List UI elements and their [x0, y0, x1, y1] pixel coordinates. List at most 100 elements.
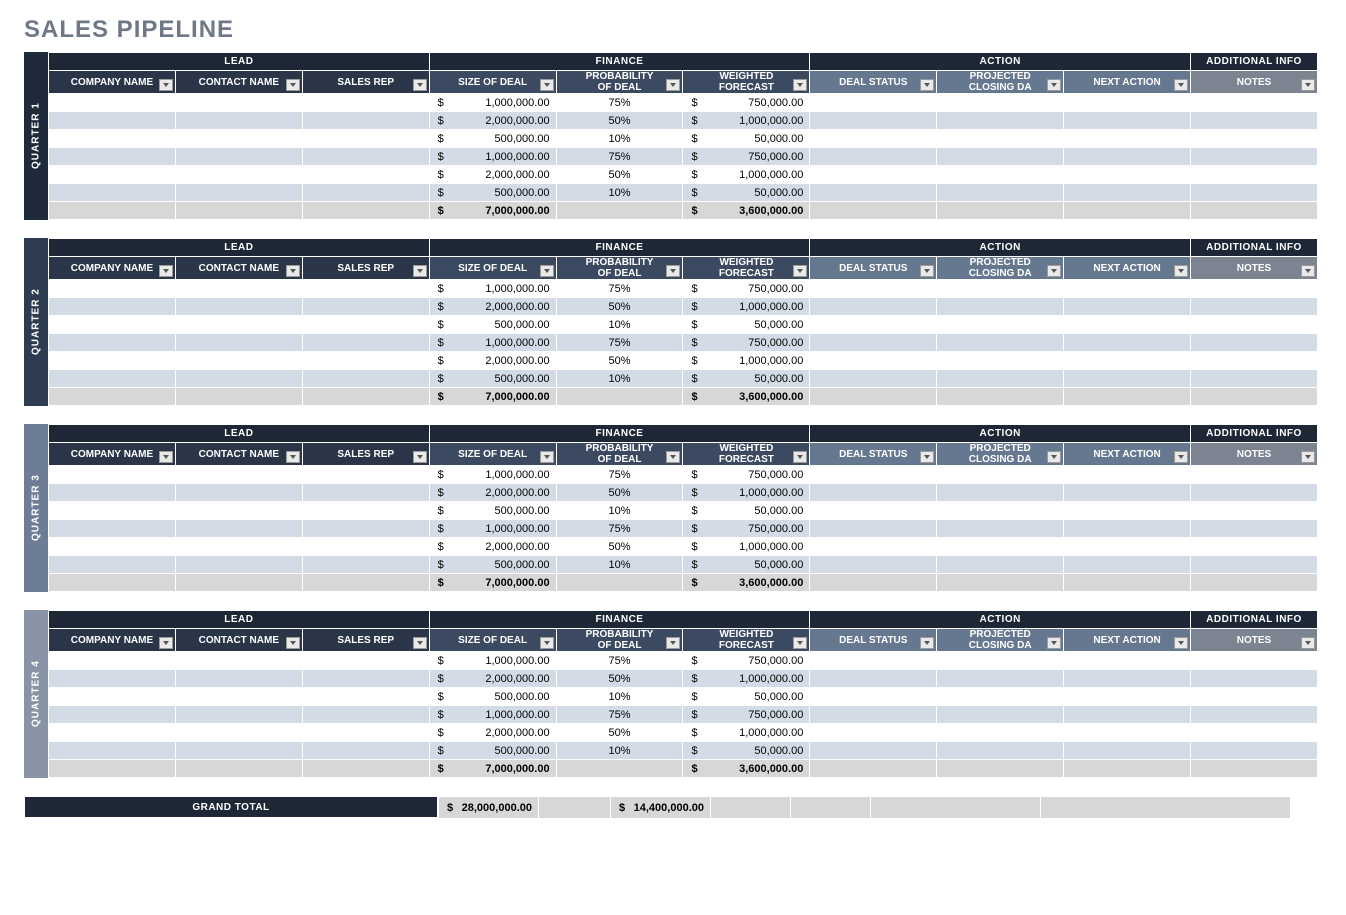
cell-close[interactable] — [937, 466, 1064, 484]
cell-contact[interactable] — [175, 316, 302, 334]
cell-status[interactable] — [810, 556, 937, 574]
cell-close[interactable] — [937, 742, 1064, 760]
cell-contact[interactable] — [175, 352, 302, 370]
filter-dropdown-icon[interactable] — [793, 451, 807, 463]
col-header-notes[interactable]: NOTES — [1191, 443, 1318, 466]
cell-forecast[interactable]: $1,000,000.00 — [683, 352, 810, 370]
cell-next[interactable] — [1064, 316, 1191, 334]
cell-next[interactable] — [1064, 724, 1191, 742]
filter-dropdown-icon[interactable] — [666, 637, 680, 649]
cell-next[interactable] — [1064, 742, 1191, 760]
cell-company[interactable] — [49, 688, 176, 706]
cell-deal[interactable]: $500,000.00 — [429, 370, 556, 388]
cell-contact[interactable] — [175, 652, 302, 670]
col-header-prob[interactable]: PROBABILITYOF DEAL — [556, 443, 683, 466]
cell-close[interactable] — [937, 94, 1064, 112]
cell-contact[interactable] — [175, 466, 302, 484]
col-header-close[interactable]: PROJECTEDCLOSING DA — [937, 443, 1064, 466]
cell-status[interactable] — [810, 466, 937, 484]
cell-contact[interactable] — [175, 706, 302, 724]
cell-close[interactable] — [937, 538, 1064, 556]
cell-prob[interactable]: 50% — [556, 538, 683, 556]
filter-dropdown-icon[interactable] — [286, 79, 300, 91]
cell-company[interactable] — [49, 130, 176, 148]
cell-contact[interactable] — [175, 502, 302, 520]
filter-dropdown-icon[interactable] — [1174, 265, 1188, 277]
cell-deal[interactable]: $1,000,000.00 — [429, 520, 556, 538]
cell-deal[interactable]: $500,000.00 — [429, 130, 556, 148]
col-header-status[interactable]: DEAL STATUS — [810, 257, 937, 280]
cell-next[interactable] — [1064, 184, 1191, 202]
cell-contact[interactable] — [175, 112, 302, 130]
cell-prob[interactable]: 10% — [556, 316, 683, 334]
cell-close[interactable] — [937, 652, 1064, 670]
cell-forecast[interactable]: $1,000,000.00 — [683, 724, 810, 742]
cell-forecast[interactable]: $750,000.00 — [683, 652, 810, 670]
filter-dropdown-icon[interactable] — [920, 265, 934, 277]
cell-close[interactable] — [937, 298, 1064, 316]
col-header-close[interactable]: PROJECTEDCLOSING DA — [937, 257, 1064, 280]
cell-prob[interactable]: 50% — [556, 352, 683, 370]
cell-company[interactable] — [49, 556, 176, 574]
cell-notes[interactable] — [1191, 670, 1318, 688]
cell-salesrep[interactable] — [302, 316, 429, 334]
cell-close[interactable] — [937, 688, 1064, 706]
filter-dropdown-icon[interactable] — [1301, 79, 1315, 91]
filter-dropdown-icon[interactable] — [1174, 637, 1188, 649]
filter-dropdown-icon[interactable] — [920, 637, 934, 649]
cell-notes[interactable] — [1191, 502, 1318, 520]
cell-salesrep[interactable] — [302, 166, 429, 184]
cell-next[interactable] — [1064, 688, 1191, 706]
cell-deal[interactable]: $2,000,000.00 — [429, 112, 556, 130]
cell-next[interactable] — [1064, 466, 1191, 484]
cell-deal[interactable]: $500,000.00 — [429, 316, 556, 334]
cell-prob[interactable]: 10% — [556, 688, 683, 706]
col-header-status[interactable]: DEAL STATUS — [810, 629, 937, 652]
col-header-next[interactable]: NEXT ACTION — [1064, 443, 1191, 466]
col-header-salesrep[interactable]: SALES REP — [302, 71, 429, 94]
cell-notes[interactable] — [1191, 484, 1318, 502]
filter-dropdown-icon[interactable] — [793, 637, 807, 649]
cell-contact[interactable] — [175, 538, 302, 556]
cell-notes[interactable] — [1191, 706, 1318, 724]
cell-prob[interactable]: 50% — [556, 166, 683, 184]
cell-deal[interactable]: $2,000,000.00 — [429, 538, 556, 556]
cell-prob[interactable]: 10% — [556, 556, 683, 574]
cell-status[interactable] — [810, 130, 937, 148]
cell-contact[interactable] — [175, 520, 302, 538]
cell-notes[interactable] — [1191, 316, 1318, 334]
col-header-prob[interactable]: PROBABILITYOF DEAL — [556, 71, 683, 94]
cell-prob[interactable]: 75% — [556, 334, 683, 352]
cell-next[interactable] — [1064, 148, 1191, 166]
cell-salesrep[interactable] — [302, 520, 429, 538]
cell-company[interactable] — [49, 652, 176, 670]
filter-dropdown-icon[interactable] — [286, 451, 300, 463]
col-header-contact[interactable]: CONTACT NAME — [175, 629, 302, 652]
cell-prob[interactable]: 50% — [556, 484, 683, 502]
cell-contact[interactable] — [175, 742, 302, 760]
cell-close[interactable] — [937, 502, 1064, 520]
col-header-next[interactable]: NEXT ACTION — [1064, 71, 1191, 94]
cell-notes[interactable] — [1191, 184, 1318, 202]
cell-salesrep[interactable] — [302, 148, 429, 166]
cell-close[interactable] — [937, 484, 1064, 502]
cell-prob[interactable]: 75% — [556, 466, 683, 484]
cell-contact[interactable] — [175, 298, 302, 316]
cell-company[interactable] — [49, 166, 176, 184]
cell-company[interactable] — [49, 742, 176, 760]
col-header-company[interactable]: COMPANY NAME — [49, 71, 176, 94]
cell-next[interactable] — [1064, 652, 1191, 670]
filter-dropdown-icon[interactable] — [1301, 451, 1315, 463]
cell-contact[interactable] — [175, 724, 302, 742]
cell-forecast[interactable]: $750,000.00 — [683, 334, 810, 352]
cell-next[interactable] — [1064, 538, 1191, 556]
filter-dropdown-icon[interactable] — [413, 637, 427, 649]
cell-deal[interactable]: $1,000,000.00 — [429, 94, 556, 112]
cell-close[interactable] — [937, 280, 1064, 298]
cell-next[interactable] — [1064, 130, 1191, 148]
cell-status[interactable] — [810, 688, 937, 706]
cell-salesrep[interactable] — [302, 652, 429, 670]
cell-next[interactable] — [1064, 352, 1191, 370]
cell-salesrep[interactable] — [302, 688, 429, 706]
filter-dropdown-icon[interactable] — [286, 265, 300, 277]
